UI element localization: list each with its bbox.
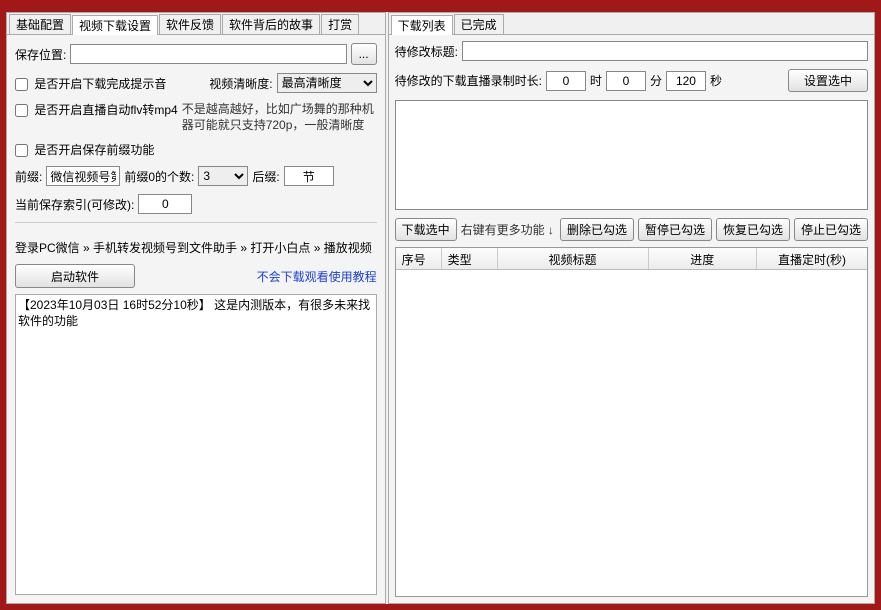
- right-tabs: 下载列表 已完成: [389, 13, 874, 35]
- download-table[interactable]: 序号 类型 视频标题 进度 直播定时(秒): [395, 247, 868, 597]
- index-input[interactable]: [138, 194, 192, 214]
- window-frame: 基础配置 视频下载设置 软件反馈 软件背后的故事 打赏 保存位置: ... 是否…: [0, 0, 881, 610]
- left-tabs: 基础配置 视频下载设置 软件反馈 软件背后的故事 打赏: [7, 13, 385, 35]
- content-area: 基础配置 视频下载设置 软件反馈 软件背后的故事 打赏 保存位置: ... 是否…: [6, 12, 875, 604]
- tab-story[interactable]: 软件背后的故事: [222, 14, 320, 34]
- clarity-hint: 不是越高越好，比如广场舞的那种机器可能就只支持720p，一般清晰度: [182, 101, 377, 133]
- start-button[interactable]: 启动软件: [15, 264, 135, 288]
- prefix0-label: 前缀0的个数:: [124, 168, 194, 185]
- minutes-unit: 分: [650, 72, 662, 89]
- prefix0-select[interactable]: 3: [198, 166, 248, 186]
- save-location-label: 保存位置:: [15, 46, 66, 63]
- col-progress[interactable]: 进度: [649, 248, 757, 269]
- chk-sound[interactable]: [15, 78, 28, 91]
- tab-feedback[interactable]: 软件反馈: [159, 14, 221, 34]
- stop-selected-button[interactable]: 停止已勾选: [794, 218, 868, 241]
- chk-flv-text: 是否开启直播自动flv转mp4: [34, 103, 177, 117]
- clarity-select[interactable]: 最高清晰度: [277, 73, 377, 93]
- index-label: 当前保存索引(可修改):: [15, 196, 134, 213]
- left-pane: 基础配置 视频下载设置 软件反馈 软件背后的故事 打赏 保存位置: ... 是否…: [6, 12, 386, 604]
- help-link[interactable]: 不会下载观看使用教程: [257, 268, 377, 285]
- title-input[interactable]: [462, 41, 868, 61]
- pause-selected-button[interactable]: 暂停已勾选: [638, 218, 712, 241]
- delete-selected-button[interactable]: 删除已勾选: [560, 218, 634, 241]
- suffix-label: 后缀:: [252, 168, 279, 185]
- suffix-input[interactable]: [284, 166, 334, 186]
- chk-prefix[interactable]: [15, 144, 28, 157]
- clarity-label: 视频清晰度:: [209, 75, 272, 92]
- chk-flv-label[interactable]: 是否开启直播自动flv转mp4: [15, 101, 178, 118]
- col-timer[interactable]: 直播定时(秒): [757, 248, 867, 269]
- col-title[interactable]: 视频标题: [498, 248, 649, 269]
- tab-donate[interactable]: 打赏: [321, 14, 359, 34]
- chk-prefix-text: 是否开启保存前缀功能: [34, 143, 154, 157]
- chk-sound-label[interactable]: 是否开启下载完成提示音: [15, 75, 166, 92]
- tab-download-list[interactable]: 下载列表: [391, 15, 453, 35]
- resume-selected-button[interactable]: 恢复已勾选: [716, 218, 790, 241]
- title-bar: [0, 0, 881, 12]
- chk-flv[interactable]: [15, 104, 28, 117]
- hours-input[interactable]: [546, 71, 586, 91]
- download-buttons-row: 下载选中 右键有更多功能 ↓ 删除已勾选 暂停已勾选 恢复已勾选 停止已勾选: [395, 218, 868, 241]
- separator: [15, 222, 377, 223]
- duration-label: 待修改的下载直播录制时长:: [395, 72, 542, 89]
- tab-download-settings[interactable]: 视频下载设置: [72, 15, 158, 35]
- rightclick-hint: 右键有更多功能 ↓: [461, 221, 554, 238]
- tab-basic-config[interactable]: 基础配置: [9, 14, 71, 34]
- seconds-input[interactable]: [666, 71, 706, 91]
- browse-button[interactable]: ...: [351, 43, 377, 65]
- chk-sound-text: 是否开启下载完成提示音: [34, 77, 166, 91]
- save-location-input[interactable]: [70, 44, 346, 64]
- prefix-label: 前缀:: [15, 168, 42, 185]
- prefix-input[interactable]: [46, 166, 120, 186]
- hours-unit: 时: [590, 72, 602, 89]
- seconds-unit: 秒: [710, 72, 722, 89]
- minutes-input[interactable]: [606, 71, 646, 91]
- download-selected-button[interactable]: 下载选中: [395, 218, 457, 241]
- url-textarea[interactable]: [395, 100, 868, 210]
- set-selected-button[interactable]: 设置选中: [788, 69, 868, 92]
- col-type[interactable]: 类型: [442, 248, 498, 269]
- right-pane: 下载列表 已完成 待修改标题: 待修改的下载直播录制时长: 时 分 秒: [388, 12, 875, 604]
- instruction-text: 登录PC微信 » 手机转发视频号到文件助手 » 打开小白点 » 播放视频: [15, 239, 377, 256]
- log-box[interactable]: 【2023年10月03日 16时52分10秒】 这是内测版本，有很多未来找软件的…: [15, 294, 377, 595]
- table-header: 序号 类型 视频标题 进度 直播定时(秒): [396, 248, 867, 270]
- title-label: 待修改标题:: [395, 43, 458, 60]
- chk-prefix-label[interactable]: 是否开启保存前缀功能: [15, 141, 154, 158]
- col-index[interactable]: 序号: [396, 248, 442, 269]
- tab-completed[interactable]: 已完成: [454, 14, 504, 34]
